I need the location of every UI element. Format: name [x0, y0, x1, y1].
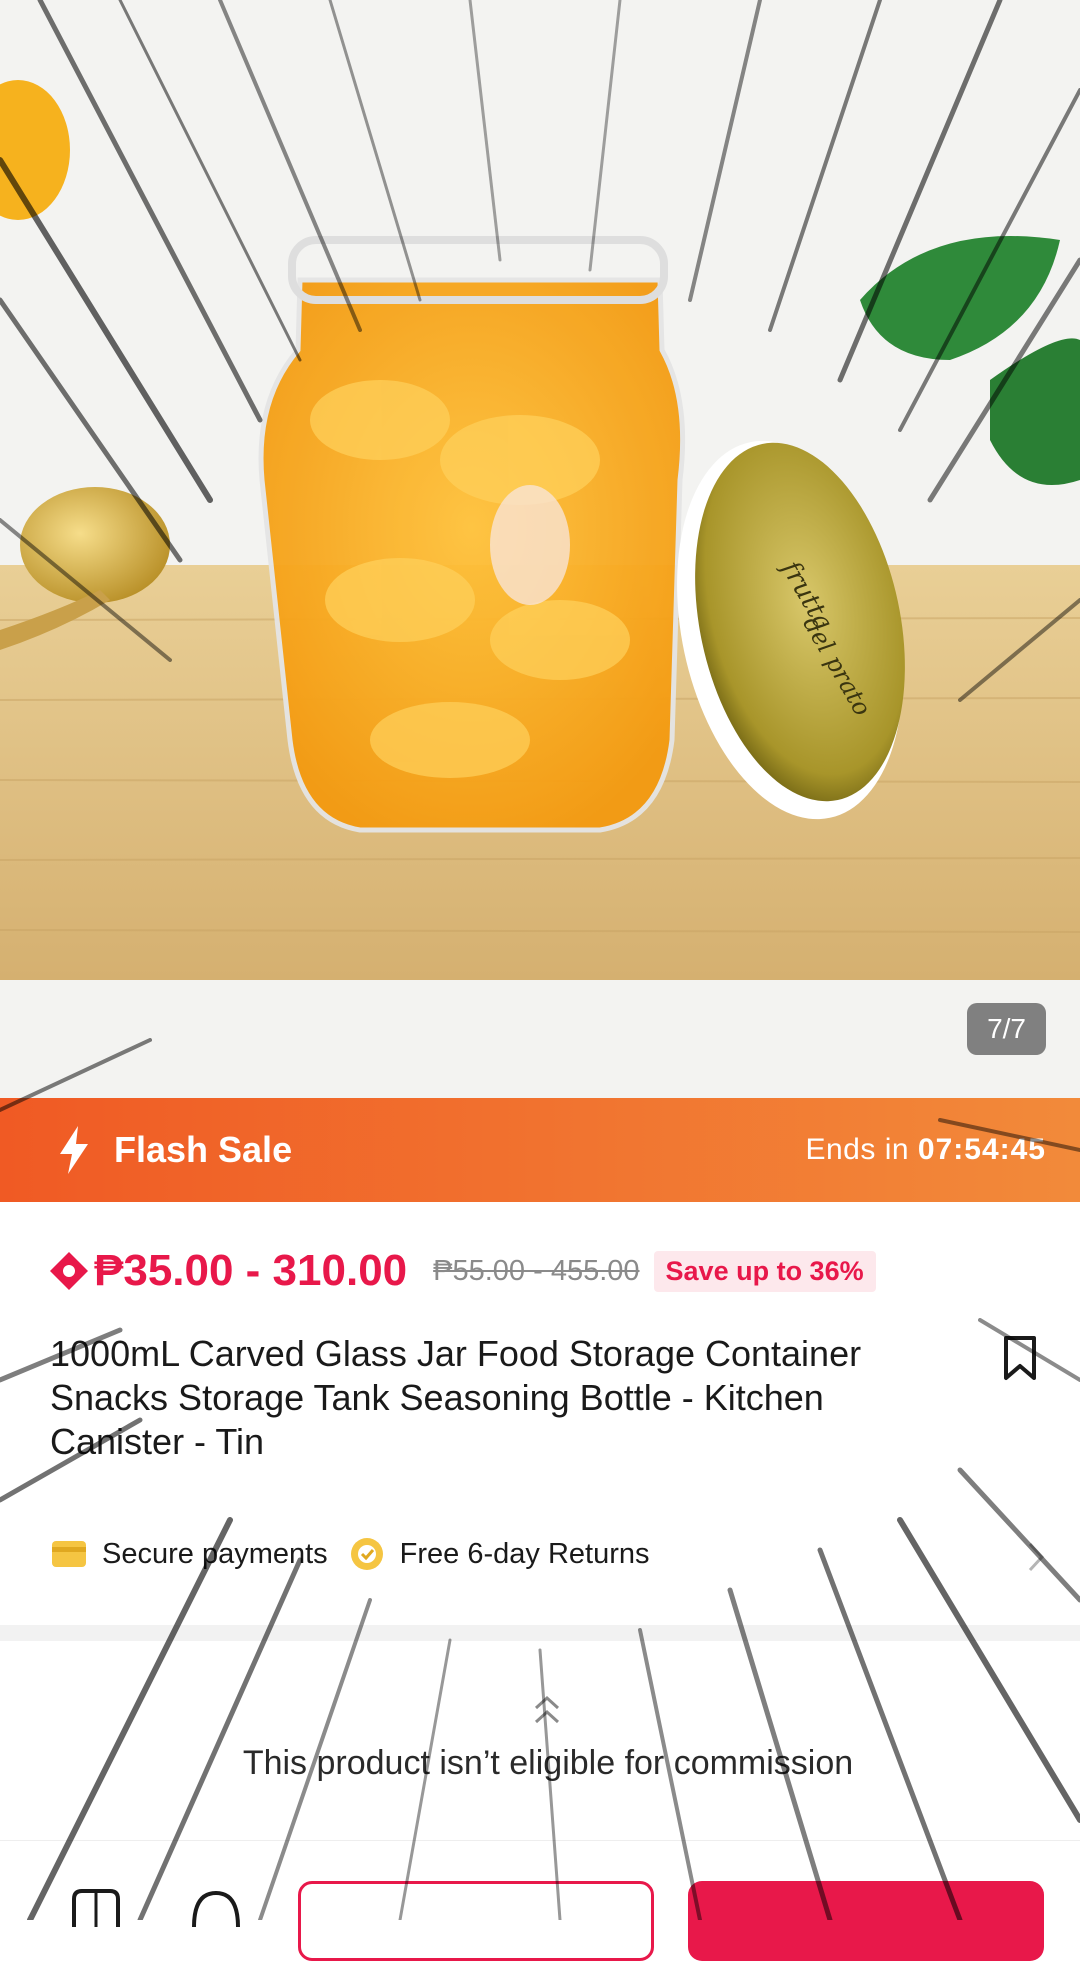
bottom-action-bar: [0, 1840, 1080, 1961]
bookmark-icon[interactable]: [1000, 1334, 1040, 1382]
chevron-right-icon[interactable]: [1026, 1540, 1046, 1574]
bolt-icon: [60, 1126, 88, 1174]
product-image-gallery[interactable]: frutta del prato 7/7: [0, 0, 1080, 1098]
chevron-up-double-icon[interactable]: [530, 1690, 564, 1730]
section-divider: [0, 1625, 1080, 1641]
commission-section: This product isn’t eligible for commissi…: [0, 1640, 1080, 1840]
discount-badge: Save up to 36%: [653, 1250, 876, 1292]
add-to-cart-button[interactable]: [298, 1881, 654, 1961]
flash-sale-countdown: Ends in 07:54:45: [805, 1133, 1046, 1166]
product-title: 1000mL Carved Glass Jar Food Storage Con…: [50, 1333, 862, 1462]
original-price: ₱55.00 - 455.00: [433, 1254, 640, 1287]
shop-icon[interactable]: [68, 1887, 124, 1927]
current-price: ₱35.00 - 310.00: [94, 1246, 408, 1295]
assurance-row[interactable]: Secure payments Free 6-day Returns: [50, 1535, 650, 1573]
price-row: ₱35.00 - 310.00 ₱55.00 - 455.00 Save up …: [48, 1246, 876, 1296]
commission-message: This product isn’t eligible for commissi…: [242, 1744, 854, 1782]
price-tag-icon: [50, 1252, 88, 1290]
flash-sale-label: Flash Sale: [114, 1129, 293, 1170]
product-photo: frutta del prato: [0, 0, 1080, 1098]
secure-payments-label: Secure payments: [102, 1537, 328, 1570]
image-counter: 7/7: [967, 1003, 1046, 1055]
card-icon: [52, 1541, 86, 1567]
free-returns-label: Free 6-day Returns: [399, 1537, 650, 1570]
chat-icon[interactable]: [188, 1887, 244, 1927]
flash-sale-banner: Flash Sale Ends in 07:54:45: [0, 1098, 1080, 1202]
buy-now-button[interactable]: [688, 1881, 1044, 1961]
return-badge-icon: [350, 1538, 383, 1570]
